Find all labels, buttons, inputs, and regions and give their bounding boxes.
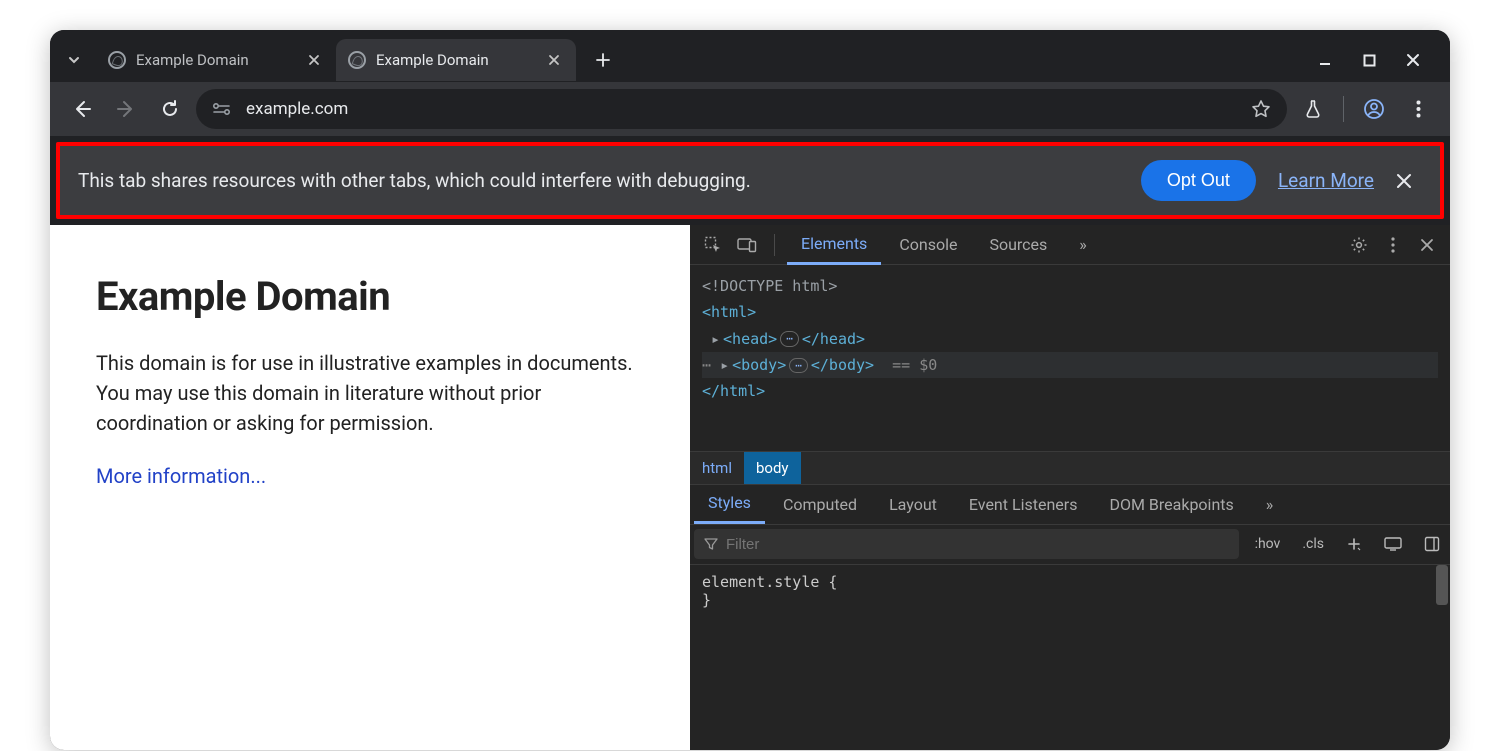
tab-styles[interactable]: Styles: [694, 484, 765, 524]
labs-icon[interactable]: [1295, 91, 1331, 127]
close-infobar-button[interactable]: [1396, 173, 1422, 189]
profile-icon[interactable]: [1356, 91, 1392, 127]
breadcrumb-body[interactable]: body: [744, 452, 801, 484]
styles-panel-toggle-icon[interactable]: [1418, 536, 1446, 552]
globe-icon: [348, 51, 366, 69]
close-window-button[interactable]: [1402, 49, 1424, 71]
infobar-message: This tab shares resources with other tab…: [78, 169, 1119, 192]
browser-tab-inactive[interactable]: Example Domain: [96, 39, 336, 81]
gear-icon[interactable]: [1344, 230, 1374, 260]
styles-tabbar: Styles Computed Layout Event Listeners D…: [690, 485, 1450, 525]
devtools-tabbar: Elements Console Sources »: [690, 225, 1450, 265]
kebab-menu-icon[interactable]: [1400, 91, 1436, 127]
tab-sources[interactable]: Sources: [975, 225, 1061, 265]
tabs-overflow[interactable]: »: [1065, 225, 1101, 265]
tab-search-button[interactable]: [58, 44, 90, 76]
dom-doctype: <!DOCTYPE html>: [702, 277, 837, 295]
filter-icon: [704, 537, 718, 551]
devtools-panel: Elements Console Sources » <!DOCTYPE htm…: [690, 225, 1450, 750]
elements-breadcrumb: html body: [690, 451, 1450, 485]
browser-tab-active[interactable]: Example Domain: [336, 39, 576, 81]
cls-toggle[interactable]: .cls: [1296, 536, 1330, 552]
infobar-container: This tab shares resources with other tab…: [50, 136, 1450, 225]
toolbar-separator: [1343, 96, 1344, 122]
inspect-element-icon[interactable]: [698, 230, 728, 260]
dom-head-open: <head>: [723, 330, 777, 348]
bookmark-star-icon[interactable]: [1251, 99, 1271, 119]
scrollbar-thumb[interactable]: [1436, 565, 1448, 605]
styles-filter-box[interactable]: [694, 529, 1239, 559]
ellipsis-icon[interactable]: ⋯: [780, 331, 799, 346]
site-settings-icon[interactable]: [212, 102, 232, 116]
opt-out-button[interactable]: Opt Out: [1141, 160, 1256, 201]
tab-title: Example Domain: [136, 51, 294, 69]
expand-caret-icon[interactable]: ▸: [720, 352, 732, 378]
learn-more-link[interactable]: Learn More: [1278, 169, 1374, 192]
styles-line: element.style {: [702, 573, 1438, 591]
address-bar[interactable]: example.com: [196, 89, 1287, 129]
dom-html-open: <html>: [702, 303, 756, 321]
elements-tree[interactable]: <!DOCTYPE html> <html> ▸<head>⋯</head> ⋯…: [690, 265, 1450, 451]
styles-filter-row: :hov .cls: [690, 525, 1450, 565]
styles-line: }: [702, 591, 1438, 609]
dom-body-close: </body>: [811, 356, 874, 374]
styles-filter-input[interactable]: [726, 536, 1229, 553]
tab-event-listeners[interactable]: Event Listeners: [955, 484, 1092, 524]
dom-html-close: </html>: [702, 382, 765, 400]
device-toolbar-icon[interactable]: [732, 230, 762, 260]
tab-computed[interactable]: Computed: [769, 484, 871, 524]
more-information-link[interactable]: More information...: [96, 464, 266, 488]
content-area: Example Domain This domain is for use in…: [50, 225, 1450, 750]
close-devtools-icon[interactable]: [1412, 230, 1442, 260]
debugging-infobar: This tab shares resources with other tab…: [56, 142, 1444, 219]
hov-toggle[interactable]: :hov: [1249, 536, 1287, 552]
maximize-button[interactable]: [1358, 49, 1380, 71]
tab-dom-breakpoints[interactable]: DOM Breakpoints: [1095, 484, 1247, 524]
styles-body[interactable]: element.style { }: [690, 565, 1450, 751]
back-button[interactable]: [64, 91, 100, 127]
close-tab-button[interactable]: [544, 50, 564, 70]
window-controls: [1314, 49, 1442, 71]
new-style-rule-icon[interactable]: [1340, 536, 1368, 552]
page-viewport: Example Domain This domain is for use in…: [50, 225, 690, 750]
dom-sel-suffix: == $0: [892, 356, 937, 374]
ellipsis-icon[interactable]: ⋯: [789, 358, 808, 373]
dom-body-open: <body>: [732, 356, 786, 374]
minimize-button[interactable]: [1314, 49, 1336, 71]
globe-icon: [108, 51, 126, 69]
tab-title: Example Domain: [376, 51, 534, 69]
forward-button[interactable]: [108, 91, 144, 127]
devtools-separator: [774, 234, 775, 256]
new-tab-button[interactable]: [586, 43, 620, 77]
expand-caret-icon[interactable]: ▸: [711, 326, 723, 352]
reload-button[interactable]: [152, 91, 188, 127]
tab-console[interactable]: Console: [885, 225, 971, 265]
page-heading: Example Domain: [96, 273, 644, 320]
toolbar: example.com: [50, 82, 1450, 136]
page-paragraph: This domain is for use in illustrative e…: [96, 348, 644, 438]
close-tab-button[interactable]: [304, 50, 324, 70]
tab-strip: Example Domain Example Domain: [50, 30, 1450, 82]
dom-head-close: </head>: [802, 330, 865, 348]
breadcrumb-html[interactable]: html: [690, 452, 744, 484]
browser-window: Example Domain Example Domain: [50, 30, 1450, 750]
url-text: example.com: [246, 99, 1237, 119]
styles-tabs-overflow[interactable]: »: [1252, 484, 1288, 524]
dom-body-row-selected[interactable]: ⋯ ▸<body>⋯</body> == $0: [702, 352, 1438, 378]
tab-elements[interactable]: Elements: [787, 225, 881, 265]
computed-styles-icon[interactable]: [1378, 537, 1408, 551]
devtools-kebab-icon[interactable]: [1378, 230, 1408, 260]
tab-layout[interactable]: Layout: [875, 484, 951, 524]
